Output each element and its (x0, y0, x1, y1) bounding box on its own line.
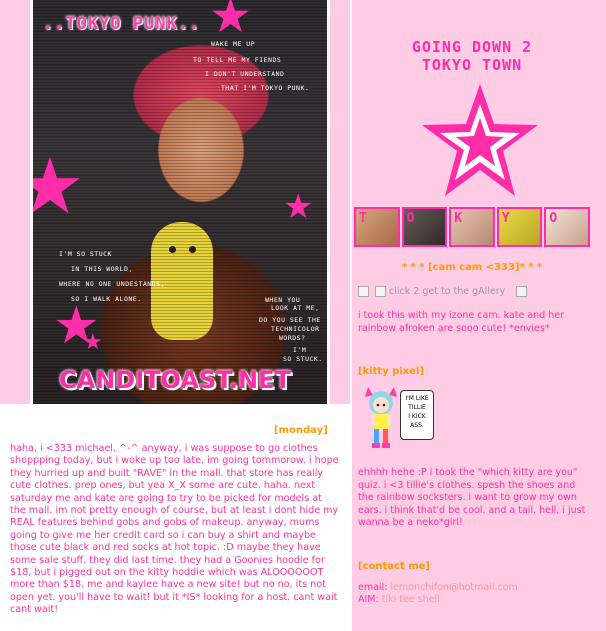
lyric-line: WHERE NO ONE UNDESTANDS, (59, 280, 165, 288)
email-label: email: (358, 582, 388, 593)
cam-heading: * * * [cam cam <333]* * * (401, 262, 543, 273)
tile-letter: K (454, 211, 463, 226)
email-link[interactable]: lemonchifon@hotmail.com (390, 582, 517, 593)
bubble-line: TILLIE (408, 404, 426, 411)
star-icon: ★ (83, 330, 103, 355)
photo-tile: K (449, 207, 495, 247)
lyric-line: I'M SO STUCK (59, 250, 112, 258)
contact-aim-row: AIM: tiki tee shell (358, 594, 590, 607)
lyric-line: WAKE ME UP (211, 40, 256, 48)
gallery-link[interactable]: click 2 get to the gAllery (389, 286, 505, 297)
bubble-line: I'M LIKE (405, 395, 429, 402)
kitty-heading: [kitty pixel] (358, 366, 425, 377)
star-icon: ★ (33, 148, 85, 226)
lyric-line: TECHNICOLOR (271, 325, 320, 333)
photo-tile: T (354, 207, 400, 247)
tokyo-photo-strip: T O K Y O (354, 207, 590, 247)
lyric-line: LOOK AT ME, (271, 304, 320, 312)
aim-label: AIM: (358, 594, 379, 605)
site-logo-text: CANDITOAST.NET (59, 366, 291, 394)
star-icon: ★ (283, 187, 314, 227)
lyric-line: WORDS? (279, 334, 306, 342)
lyric-line: I DON'T UNDERSTAND (205, 70, 285, 78)
tile-letter: O (549, 211, 558, 226)
lyric-line: I'M (293, 346, 307, 354)
tile-letter: Y (501, 211, 510, 226)
contact-heading: [contact me] (358, 561, 430, 572)
contact-email-row: email: lemonchifon@hotmail.com (358, 582, 590, 595)
lyric-line: SO STUCK. (283, 355, 323, 363)
bubble-line: ASS. (410, 422, 424, 429)
lyric-line: DO YOU SEE THE (259, 316, 321, 324)
kitty-text: ehhhh hehe :P i took the "which kitty ar… (358, 467, 586, 528)
title-line: GOING DOWN 2 (411, 38, 533, 56)
photo-tile: O (401, 207, 448, 247)
banner-title: ..TOKYO PUNK.. (43, 14, 201, 34)
photo-tile: Y (496, 207, 543, 247)
journal-entry: haha, i <333 michael. ^-^ anyway, i was … (10, 443, 339, 616)
lyric-line: THAT I'M TOKYO PUNK. (221, 84, 310, 92)
kitty-pixel-icon (365, 387, 397, 448)
star-icon: ★ (209, 0, 253, 44)
bubble-line: I KICK (408, 413, 426, 420)
page-title: GOING DOWN 2 TOKYO TOWN (352, 38, 592, 74)
tile-letter: T (359, 211, 367, 226)
lyric-line: WHEN YOU (265, 296, 301, 304)
lyric-line: SO I WALK ALONE. (71, 295, 142, 303)
cam-caption: i took this with my izone cam. kate and … (358, 310, 565, 334)
photo-tile: O (544, 207, 590, 247)
tokyo-punk-banner: ★ ★ ★ ★ ★ ..TOKYO PUNK.. WAKE ME UP TO T… (30, 0, 330, 404)
broken-image-icon[interactable] (375, 286, 387, 297)
journal-day-heading: [monday] (274, 425, 328, 436)
aim-handle: tiki tee shell (381, 594, 440, 605)
lyric-line: IN THIS WORLD, (71, 265, 133, 273)
tile-letter: O (406, 211, 415, 226)
broken-image-icon[interactable] (516, 286, 528, 297)
gallery-image-row: click 2 get to the gAllery (358, 286, 530, 297)
lyric-line: TO TELL ME MY FIENDS (193, 56, 282, 64)
speech-bubble: I'M LIKE TILLIE I KICK ASS. (400, 390, 434, 440)
big-star-icon (422, 84, 538, 196)
title-line: TOKYO TOWN (421, 56, 523, 74)
broken-image-icon[interactable] (358, 286, 369, 297)
